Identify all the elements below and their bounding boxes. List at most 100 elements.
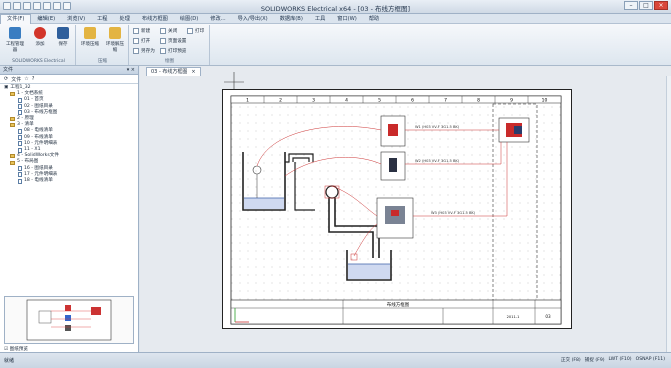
settings-icon[interactable]: ☆ (24, 76, 28, 82)
menu-help[interactable]: 帮助 (363, 15, 385, 22)
page-icon (18, 98, 22, 103)
menu-import-export[interactable]: 导入/导出(X) (232, 15, 274, 22)
ortho-toggle[interactable]: 正交 (F8) (561, 357, 581, 363)
cable-label-w2: W2 (H03 VV-F 3G1.5 BK) (415, 159, 460, 163)
page-icon (18, 110, 22, 116)
revision: 2011-1 (507, 315, 520, 319)
frame-column-number: 8 (477, 98, 480, 104)
project-manager-button[interactable]: 工程管理器 (4, 27, 26, 53)
folder-icon (10, 117, 15, 122)
menu-process[interactable]: 处理 (114, 15, 136, 22)
frame-column-number: 9 (510, 98, 513, 104)
status-text: 就绪 (4, 358, 15, 364)
ribbon-group-compress: 环境压缩 环境解压缩 压缩 (77, 25, 129, 65)
sheet-title: 布线方框图 (387, 301, 410, 308)
close-icon (160, 28, 166, 34)
compress-icon (84, 27, 96, 39)
save-icon (57, 27, 69, 39)
document-area: 03 - 布线方框图 × 1 2 3 4 5 6 7 8 9 10 W1 (H0… (140, 66, 671, 352)
page-icon (18, 104, 22, 110)
drawing-preview (4, 296, 134, 344)
menu-database[interactable]: 数据库(B) (274, 15, 309, 22)
menu-line-diagram[interactable]: 布线方框图 (136, 15, 174, 22)
project-manager-icon (9, 27, 21, 39)
preview-thumbnail (26, 299, 112, 341)
menu-edit[interactable]: 编辑(E) (31, 15, 61, 22)
page-icon (18, 147, 22, 153)
window-title: SOLIDWORKS Electrical x64 - [03 - 布线方框图] (260, 5, 411, 13)
decompress-icon (109, 27, 121, 39)
osnap-toggle[interactable]: OSNAP (F11) (636, 357, 665, 363)
ribbon-group-solidworks-electrical: 工程管理器 添加 保存 SOLIDWORKS Electrical (2, 25, 76, 65)
frame-column-number: 5 (378, 98, 381, 104)
file-panel: 文件 ▾ × ⟳ 文件 ☆ ? ▣ 工程1_32 1 - 文档系统 01 - 首页… (0, 66, 139, 352)
minimize-button[interactable]: – (624, 1, 638, 10)
add-icon (34, 27, 46, 39)
tree-page[interactable]: 18 - 电线清单 (0, 178, 138, 184)
status-toggles: 正交 (F8) 捕捉 (F9) LWT (F10) OSNAP (F11) (561, 357, 665, 363)
frame-column-number: 2 (279, 98, 282, 104)
folder-icon (10, 154, 15, 159)
title-bar: SOLIDWORKS Electrical x64 - [03 - 布线方框图]… (0, 0, 671, 14)
compress-button[interactable]: 环境压缩 (79, 27, 101, 47)
frame-column-number: 10 (542, 98, 548, 104)
page-icon (18, 135, 22, 141)
frame-column-number: 1 (246, 98, 249, 104)
refresh-icon[interactable]: ⟳ (4, 76, 8, 82)
snap-toggle[interactable]: 捕捉 (F9) (585, 357, 605, 363)
print-preview-icon (160, 48, 166, 54)
open-button[interactable]: 打开 (133, 38, 150, 44)
device-pump (376, 197, 414, 239)
save-as-button[interactable]: 另存为 (133, 48, 155, 54)
page-icon (18, 141, 22, 147)
frame-column-number: 6 (411, 98, 414, 104)
title-block: 布线方框图 2011-1 03 (230, 299, 562, 325)
menu-window[interactable]: 窗口(W) (331, 15, 363, 22)
decompress-button[interactable]: 环境解压缩 (104, 27, 126, 53)
files-tab[interactable]: 文件 (11, 76, 21, 83)
open-icon (133, 38, 139, 44)
folder-icon (10, 92, 15, 97)
page-icon (18, 172, 22, 178)
close-doc-button[interactable]: 关闭 (160, 28, 177, 34)
window-controls: – □ × (624, 1, 668, 10)
panel-close-icon[interactable]: ▾ × (127, 66, 135, 75)
menu-draw[interactable]: 绘图(D) (174, 15, 204, 22)
frame-column-number: 4 (345, 98, 348, 104)
drawing-canvas[interactable]: 1 2 3 4 5 6 7 8 9 10 W1 (H03 VV-F 3G1.5 … (223, 90, 573, 330)
ribbon-group-draw: 新建 关闭 打印 打开 页面设置 另存为 打印预览 绘图 (130, 25, 210, 65)
menu-bar: 文件(F) 编辑(E) 浏览(V) 工程 处理 布线方框图 绘图(D) 修改..… (0, 13, 671, 24)
cable-label-w1: W1 (H03 VV-F 3G1.5 BK) (415, 125, 460, 129)
page-icon (18, 178, 22, 184)
maximize-button[interactable]: □ (639, 1, 653, 10)
page-icon (18, 166, 22, 172)
print-preview-button[interactable]: 打印预览 (160, 48, 186, 54)
cable-label-w3: W3 (H03 VV-F 3G1.5 BK) (431, 211, 476, 215)
folder-icon (10, 123, 15, 128)
drawing-sheet[interactable]: 1 2 3 4 5 6 7 8 9 10 W1 (H03 VV-F 3G1.5 … (222, 89, 572, 329)
close-button[interactable]: × (654, 1, 668, 10)
file-panel-header: 文件 ▾ × (0, 66, 138, 75)
page-icon (18, 129, 22, 135)
help-icon[interactable]: ? (32, 76, 35, 82)
close-tab-icon[interactable]: × (191, 69, 195, 75)
device-sensor (380, 151, 406, 181)
menu-modify[interactable]: 修改... (204, 15, 231, 22)
menu-view[interactable]: 浏览(V) (61, 15, 91, 22)
status-bar: 就绪 正交 (F8) 捕捉 (F9) LWT (F10) OSNAP (F11) (0, 352, 671, 368)
new-button[interactable]: 新建 (133, 28, 150, 34)
document-tab[interactable]: 03 - 布线方框图 × (146, 67, 201, 76)
menu-tools[interactable]: 工具 (309, 15, 331, 22)
lwt-toggle[interactable]: LWT (F10) (609, 357, 632, 363)
print-icon (187, 28, 193, 34)
file-panel-toolbar: ⟳ 文件 ☆ ? (0, 75, 138, 84)
frame-column-number: 3 (312, 98, 315, 104)
sheet-number: 03 (545, 314, 551, 319)
vertical-scrollbar[interactable] (666, 76, 671, 352)
print-button[interactable]: 打印 (187, 28, 204, 34)
save-button[interactable]: 保存 (52, 27, 74, 47)
page-setup-button[interactable]: 页面设置 (160, 38, 186, 44)
menu-project[interactable]: 工程 (91, 15, 113, 22)
menu-file[interactable]: 文件(F) (0, 13, 32, 24)
add-button[interactable]: 添加 (29, 27, 51, 47)
